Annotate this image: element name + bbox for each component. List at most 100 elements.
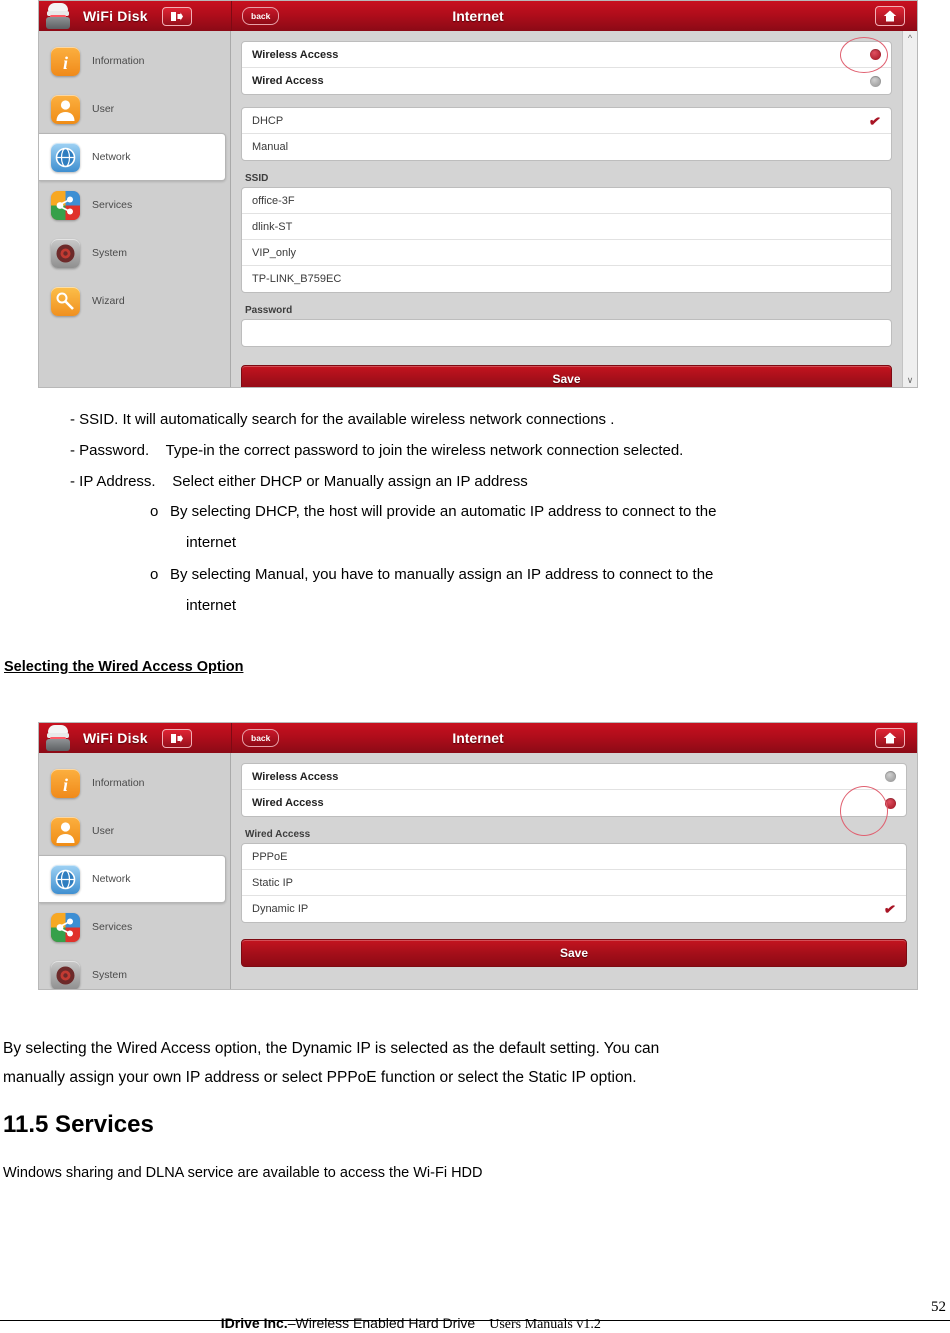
info-icon: i [51,46,80,76]
ip-mode-group: DHCP ✔ Manual [241,107,892,161]
heading-selecting-wired-access: Selecting the Wired Access Option [4,659,244,675]
sidebar-item-system[interactable]: System [39,951,230,989]
vertical-scrollbar[interactable]: ^ ∨ [902,31,917,387]
sidebar-item-label: System [92,969,128,981]
password-section-label: Password [245,305,293,316]
footer-product: –Wireless Enabled Hard Drive [287,1315,476,1331]
password-input[interactable] [242,320,891,346]
row-manual[interactable]: Manual [242,134,891,160]
checkmark-icon: ✔ [868,111,883,130]
row-static-ip[interactable]: Static IP [242,870,906,896]
radio-wireless-access[interactable] [885,771,896,782]
row-label: Manual [252,141,289,153]
sidebar-item-label: User [92,103,115,115]
brand-title: WiFi Disk [83,8,148,24]
radio-wired-access[interactable] [885,797,896,809]
sidebar-item-user[interactable]: User [39,807,230,855]
row-dynamic-ip[interactable]: Dynamic IP ✔ [242,896,906,922]
info-icon: i [51,768,80,798]
row-label: Wireless Access [252,48,339,61]
row-wireless-access[interactable]: Wireless Access [242,764,906,790]
sidebar-item-label: Network [92,873,131,885]
gear-icon [51,238,80,268]
sidebar-item-information[interactable]: i Information [39,37,230,85]
sidebar-item-services[interactable]: Services [39,903,230,951]
footer-divider [0,1320,950,1321]
sidebar-item-label: System [92,247,128,259]
sidebar-item-network[interactable]: Network [39,855,226,903]
device-header-bar: WiFi Disk back Internet [39,723,917,753]
radio-wired-access[interactable] [870,75,881,87]
sidebar-item-system[interactable]: System [39,229,230,277]
sidebar-item-label: Network [92,151,131,163]
sidebar-item-label: User [92,825,115,837]
home-button[interactable] [875,728,905,748]
login-icon-button[interactable] [161,728,192,748]
bullet-password: - Password. Type-in the correct password… [70,442,684,459]
row-dhcp[interactable]: DHCP ✔ [242,108,891,134]
row-pppoe[interactable]: PPPoE [242,844,906,870]
sidebar-item-wizard[interactable]: Wizard [39,277,230,325]
sub-bullet-dhcp-line1: By selecting DHCP, the host will provide… [170,503,717,520]
password-field-group [241,319,892,347]
brand-zone: WiFi Disk [39,723,232,753]
ssid-list-item[interactable]: dlink-ST [242,214,891,240]
back-button[interactable]: back [242,7,280,25]
settings-content: Wireless Access Wired Access Wired Acces… [231,753,917,989]
row-label: Static IP [252,876,293,889]
row-label: office-3F [252,194,295,207]
wifi-disk-logo-icon [45,2,71,30]
bullet-ssid: - SSID. It will automatically search for… [70,411,615,428]
share-icon [51,190,80,220]
wired-access-paragraph-line1: By selecting the Wired Access option, th… [3,1040,660,1057]
ssid-list-item[interactable]: office-3F [242,188,891,214]
gear-icon [51,960,80,989]
wifi-disk-screenshot-wireless: WiFi Disk back Internet i Information Us… [38,0,918,388]
footer-company: IDrive Inc.–Wireless Enabled Hard Drive U… [213,1299,601,1333]
row-wired-access[interactable]: Wired Access [242,68,891,94]
sub-bullet-dhcp-line2: internet [186,534,237,551]
save-button[interactable]: Save [241,939,907,967]
bullet-ip-address: - IP Address. Select either DHCP or Manu… [70,473,528,490]
sidebar-item-network[interactable]: Network [39,133,226,181]
sub-bullet-marker-manual: o [150,566,159,583]
row-wireless-access[interactable]: Wireless Access [242,42,891,68]
ssid-list-group: office-3F dlink-ST VIP_only TP-LINK_B759… [241,187,892,293]
row-label: dlink-ST [252,220,293,233]
sidebar-nav: i Information User Network Services Syst… [39,753,231,989]
ssid-list-item[interactable]: TP-LINK_B759EC [242,266,891,292]
sidebar-item-user[interactable]: User [39,85,230,133]
row-label: VIP_only [252,246,297,259]
radio-wireless-access[interactable] [870,49,881,60]
device-body: i Information User Network Services Syst… [39,31,917,387]
scroll-up-arrow-icon[interactable]: ^ [908,33,912,43]
row-label: TP-LINK_B759EC [252,273,342,285]
user-icon [51,94,80,124]
brand-title: WiFi Disk [83,730,148,746]
wifi-disk-logo-icon [45,724,71,752]
save-button[interactable]: Save [241,365,892,387]
sidebar-item-services[interactable]: Services [39,181,230,229]
back-button[interactable]: back [242,729,280,747]
home-button[interactable] [875,6,905,26]
wired-access-section-label: Wired Access [245,829,311,840]
svg-text:i: i [63,775,68,795]
svg-text:i: i [63,53,68,73]
sidebar-item-label: Information [92,55,145,67]
checkmark-icon: ✔ [883,900,898,918]
row-label: DHCP [252,114,284,127]
ssid-section-label: SSID [245,173,269,184]
row-wired-access[interactable]: Wired Access [242,790,906,816]
sub-bullet-manual-line1: By selecting Manual, you have to manuall… [170,566,714,583]
row-label: PPPoE [252,850,288,863]
globe-icon [51,142,80,172]
ssid-list-item[interactable]: VIP_only [242,240,891,266]
brand-zone: WiFi Disk [39,1,232,31]
login-icon-button[interactable] [161,6,192,26]
wand-icon [51,286,80,316]
sidebar-item-information[interactable]: i Information [39,759,230,807]
sidebar-item-label: Services [92,199,133,211]
sub-bullet-marker-dhcp: o [150,503,159,520]
scroll-down-arrow-icon[interactable]: ∨ [907,375,914,386]
device-body: i Information User Network Services Syst… [39,753,917,989]
